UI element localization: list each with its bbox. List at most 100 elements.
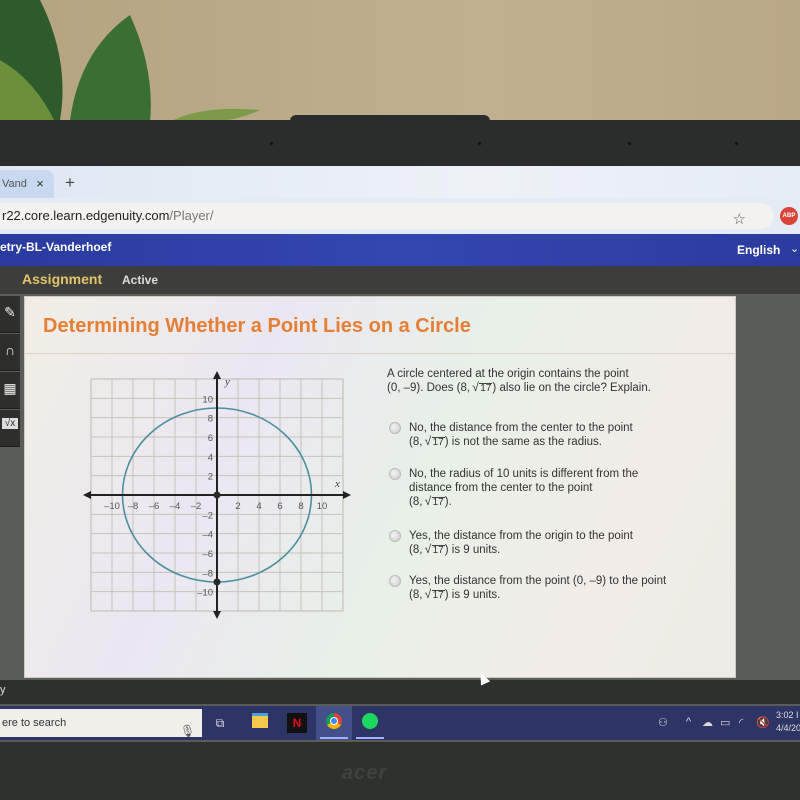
lesson-title: Determining Whether a Point Lies on a Ci… (43, 315, 471, 337)
url-host: r22.core.learn.edgenuity.com (2, 208, 170, 223)
url-input[interactable]: r22.core.learn.edgenuity.com/Player/ ☆ (0, 203, 774, 229)
people-icon[interactable]: ⚇ (658, 716, 668, 729)
y-tick-label: –10 (197, 588, 213, 599)
option-text: Yes, the distance from the origin to the… (409, 529, 709, 557)
option-line: (8, 17). (409, 495, 709, 509)
laptop-screen: Vand × + r22.core.learn.edgenuity.com/Pl… (0, 166, 800, 742)
x-axis-arrow-right (343, 491, 351, 499)
tab-label: Vand (2, 178, 27, 190)
desktop-strip: y (0, 680, 800, 704)
sqrt-expression: 17 (472, 382, 493, 394)
radio-button[interactable] (389, 530, 401, 542)
option-line: No, the radius of 10 units is different … (409, 468, 639, 480)
y-tick-label: 6 (208, 433, 213, 444)
x-axis-label: x (334, 478, 340, 490)
sqrt-expression: 17 (425, 589, 445, 601)
windows-taskbar: ere to search 🎙 ⧉ N ⚇ ^ ☁ ▭ ◜ 🔇 3:02 I 4… (0, 706, 800, 740)
y-axis-label: y (224, 376, 230, 388)
formula-icon: √x (2, 418, 18, 429)
y-tick-label: –4 (202, 530, 213, 541)
y-tick-label: –2 (202, 510, 213, 521)
microphone-icon[interactable]: 🎙 (180, 717, 195, 742)
question-text: A circle centered at the origin contains… (387, 367, 717, 395)
camera-dot (478, 142, 481, 145)
task-view-icon[interactable]: ⧉ (210, 713, 230, 733)
option-text-part: (8, (409, 496, 426, 508)
taskbar-clock[interactable]: 3:02 I 4/4/20 (776, 709, 800, 735)
y-tick-label: –8 (202, 568, 213, 579)
y-axis-arrow-up (213, 371, 221, 379)
y-tick-label: 4 (208, 452, 213, 463)
browser-tab[interactable]: Vand × (0, 170, 54, 198)
chevron-down-icon[interactable]: ⌄ (790, 242, 799, 255)
option-line: No, the distance from the center to the … (409, 422, 633, 434)
x-tick-label: –10 (104, 501, 120, 512)
calculator-icon: ▦ (3, 380, 17, 396)
file-explorer-icon[interactable] (250, 713, 270, 733)
onedrive-icon[interactable]: ☁ (702, 716, 713, 729)
laptop-bezel-top: △▽△▽ ⋀⋁ (0, 120, 800, 272)
running-app-indicator (356, 737, 384, 739)
x-tick-label: 8 (298, 501, 303, 512)
x-tick-label: –8 (128, 501, 139, 512)
tool-audio[interactable]: ∩ (0, 334, 20, 371)
option-text: Yes, the distance from the point (0, –9)… (409, 574, 709, 602)
option-text-part: ) is not the same as the radius. (444, 436, 602, 448)
chrome-icon[interactable] (324, 713, 344, 733)
option-text-part: (8, (409, 436, 426, 448)
x-tick-label: 4 (256, 501, 261, 512)
y-tick-label: 2 (208, 472, 213, 483)
clock-date: 4/4/20 (776, 723, 800, 733)
bookmark-star-icon[interactable]: ☆ (733, 207, 746, 233)
tool-pencil[interactable]: ✎ (0, 296, 20, 333)
laptop-bezel-bottom: acer (0, 742, 800, 800)
y-axis-arrow-down (213, 611, 221, 619)
volume-muted-icon[interactable]: 🔇 (756, 716, 770, 729)
desktop-label: y (0, 684, 6, 696)
clock-time: 3:02 I (776, 710, 799, 720)
tool-formula[interactable]: √x (0, 410, 20, 447)
new-tab-button[interactable]: + (60, 173, 80, 193)
option-line: Yes, the distance from the origin to the… (409, 530, 633, 542)
x-tick-label: 6 (277, 501, 282, 512)
option-line: distance from the center to the point (409, 482, 593, 494)
close-tab-icon[interactable]: × (33, 177, 47, 191)
camera-dot (735, 142, 738, 145)
activity-type: Assignment (22, 271, 103, 287)
activity-subheader: Assignment Active (0, 266, 800, 294)
language-selector[interactable]: English (737, 243, 780, 257)
taskbar-search-input[interactable]: ere to search 🎙 (0, 709, 202, 738)
sqrt-expression: 17 (425, 436, 445, 448)
question-text-part: (0, –9). Does (8, (387, 382, 474, 394)
radio-button[interactable] (389, 468, 401, 480)
x-tick-label: 2 (235, 501, 240, 512)
lesson-panel: Determining Whether a Point Lies on a Ci… (24, 296, 736, 678)
camera-dot (628, 142, 631, 145)
course-header: etry-BL-Vanderhoef English ⌄ (0, 234, 800, 266)
option-text-part: ) is 9 units. (444, 589, 501, 601)
question-line-1: A circle centered at the origin contains… (387, 368, 629, 380)
data-point (213, 491, 221, 499)
chevron-up-icon[interactable]: ^ (686, 716, 691, 728)
question-line-2: (0, –9). Does (8, 17) also lie on the ci… (387, 381, 717, 395)
wifi-icon[interactable]: ◜ (739, 716, 743, 729)
battery-icon[interactable]: ▭ (720, 716, 730, 729)
x-tick-label: –2 (191, 501, 202, 512)
radio-button[interactable] (389, 422, 401, 434)
option-text-part: (8, (409, 589, 426, 601)
option-text: No, the distance from the center to the … (409, 421, 709, 449)
x-tick-label: 10 (317, 501, 328, 512)
search-placeholder: ere to search (2, 717, 67, 729)
adblock-extension-icon[interactable]: ABP (780, 207, 798, 225)
radio-button[interactable] (389, 575, 401, 587)
tool-calculator[interactable]: ▦ (0, 372, 20, 409)
sqrt-expression: 17 (425, 544, 445, 556)
netflix-icon[interactable]: N (287, 713, 307, 733)
x-tick-label: –4 (170, 501, 181, 512)
option-line: (8, 17) is 9 units. (409, 588, 709, 602)
spotify-icon[interactable] (360, 713, 380, 733)
option-text-part: (8, (409, 544, 426, 556)
option-line: (8, 17) is 9 units. (409, 543, 709, 557)
y-tick-label: –6 (202, 549, 213, 560)
browser-tab-bar: Vand × + (0, 166, 800, 198)
